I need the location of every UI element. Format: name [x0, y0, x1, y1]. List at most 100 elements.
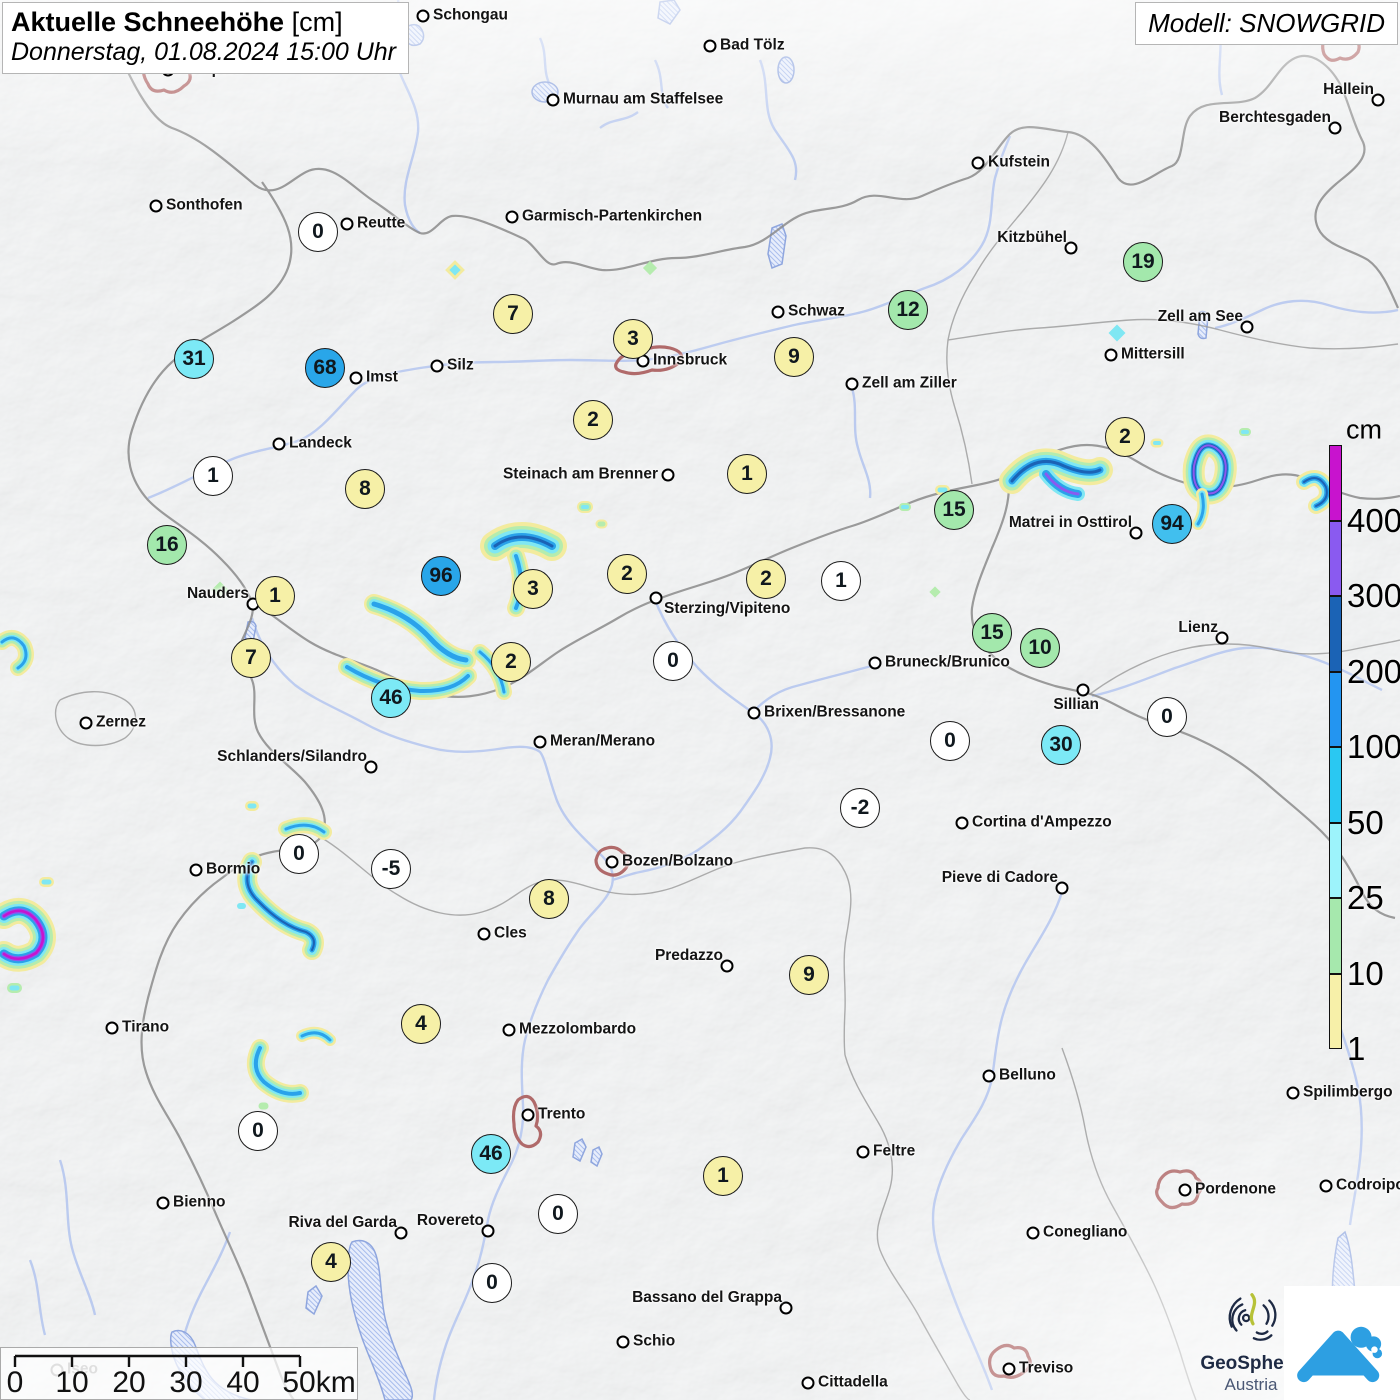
map-title-unit: [cm] [291, 7, 343, 37]
snow-depth-marker: 0 [472, 1263, 512, 1303]
city-dot [845, 377, 859, 391]
city-dot [430, 359, 444, 373]
map-title: Aktuelle Schneehöhe [cm] [11, 7, 396, 38]
legend-color-segment [1329, 973, 1342, 1049]
snow-depth-marker: 1 [821, 561, 861, 601]
city-label: Riva del Garda [288, 1214, 397, 1231]
city-label: Cortina d'Ampezzo [972, 813, 1112, 831]
scalebar-label: 40 [226, 1366, 260, 1399]
snow-depth-marker: 30 [1041, 725, 1081, 765]
city-dot [505, 210, 519, 224]
city-label: Berchtesgaden [1219, 109, 1331, 126]
city-label: Sonthofen [166, 196, 243, 214]
city-dot [477, 927, 491, 941]
city-label: Pordenone [1195, 1180, 1276, 1198]
legend-unit-label: cm [1346, 414, 1382, 445]
city-label: Bormio [206, 860, 261, 878]
city-label: Tirano [122, 1018, 170, 1036]
snow-depth-marker: 4 [311, 1242, 351, 1282]
legend-tick-label: 25 [1347, 879, 1384, 916]
snow-depth-marker: 15 [972, 613, 1012, 653]
snow-depth-marker: 96 [421, 556, 461, 596]
city-label: Predazzo [654, 947, 723, 964]
city-label: Nauders [186, 585, 249, 602]
city-label: Cittadella [818, 1373, 888, 1391]
city-dot [105, 1021, 119, 1035]
city-dot [416, 9, 430, 23]
city-label: Meran/Merano [550, 732, 656, 750]
snow-depth-marker: 10 [1020, 628, 1060, 668]
city-dot [616, 1335, 630, 1349]
city-label: Zernez [96, 713, 146, 731]
geosphere-contours-icon [1228, 1293, 1277, 1341]
city-dot [1319, 1179, 1333, 1193]
snow-depth-marker: 0 [1147, 697, 1187, 737]
city-dot [971, 156, 985, 170]
city-label: Bozen/Bolzano [622, 852, 734, 870]
legend-color-segment [1329, 898, 1342, 974]
city-label: Pieve di Cadore [941, 869, 1058, 886]
snow-depth-marker: 2 [607, 554, 647, 594]
city-dot [1002, 1362, 1016, 1376]
snow-depth-marker: 0 [930, 721, 970, 761]
snow-depth-marker: 1 [703, 1156, 743, 1196]
scalebar-label: 0 [6, 1366, 24, 1399]
city-dot [747, 706, 761, 720]
snow-depth-marker: 8 [529, 879, 569, 919]
partner-logo-box [1284, 1286, 1400, 1400]
legend-color-segment [1329, 520, 1342, 596]
city-dot [272, 437, 286, 451]
snow-depth-marker: 1 [193, 456, 233, 496]
snow-depth-marker: 0 [279, 834, 319, 874]
legend-color-segment [1329, 445, 1342, 521]
map-title-text: Aktuelle Schneehöhe [11, 7, 285, 37]
city-label: Mittersill [1121, 345, 1185, 363]
city-label: Schwaz [788, 302, 845, 320]
city-label: Lienz [1178, 619, 1218, 636]
city-label: Spilimbergo [1303, 1083, 1393, 1101]
city-label: Conegliano [1043, 1223, 1128, 1241]
city-label: Schlanders/Silandro [217, 748, 367, 765]
city-label: Sterzing/Vipiteno [664, 600, 791, 617]
city-label: Mezzolombardo [519, 1020, 637, 1038]
snow-depth-marker: 31 [174, 339, 214, 379]
snow-depth-marker: 9 [789, 955, 829, 995]
distance-scalebar: 0 10 20 30 40 50km [0, 1347, 358, 1400]
legend-tick-label: 100 [1347, 728, 1400, 765]
city-label: Steinach am Brenner [502, 465, 658, 483]
city-label: Rovereto [416, 1212, 484, 1229]
city-label: Matrei in Osttirol [1008, 514, 1132, 531]
city-label: Bienno [173, 1193, 226, 1211]
city-dot [349, 371, 363, 385]
city-label: Zell am See [1157, 308, 1243, 325]
city-label: Hallein [1323, 81, 1374, 98]
snow-depth-marker: 1 [727, 454, 767, 494]
snow-depth-marker: 7 [231, 638, 271, 678]
city-dot [79, 716, 93, 730]
snow-depth-marker: 46 [471, 1134, 511, 1174]
city-label: Cles [494, 924, 527, 942]
snow-depth-marker: 0 [238, 1111, 278, 1151]
city-label: Sillian [1053, 696, 1099, 713]
city-label: Schongau [433, 6, 508, 24]
city-label: Reutte [357, 214, 406, 232]
snow-depth-marker: 3 [613, 319, 653, 359]
snow-depth-marker: 94 [1152, 504, 1192, 544]
city-label: Schio [633, 1332, 676, 1350]
city-dot [189, 863, 203, 877]
scalebar-label: 10 [55, 1366, 89, 1399]
city-dot [605, 855, 619, 869]
legend-color-segment [1329, 596, 1342, 672]
scalebar-label: 50km [282, 1366, 356, 1399]
city-label: Kufstein [988, 153, 1050, 171]
city-dot [533, 735, 547, 749]
map-datetime: Donnerstag, 01.08.2024 15:00 Uhr [11, 38, 396, 67]
city-dot [1076, 683, 1090, 697]
city-dot [1104, 348, 1118, 362]
legend-tick-label: 50 [1347, 803, 1384, 841]
snow-depth-marker: 9 [774, 337, 814, 377]
city-label: Bad Tölz [720, 36, 785, 54]
city-dot [149, 199, 163, 213]
snow-depth-marker: 19 [1123, 242, 1163, 282]
scalebar-label: 30 [169, 1366, 203, 1399]
